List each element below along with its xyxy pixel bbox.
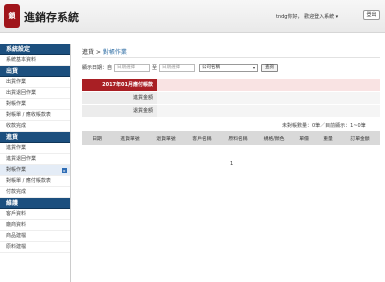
column-header[interactable]: 進貨單號 [112,135,148,142]
sidebar-item-shipping-reconcile[interactable]: 對帳作業 [0,99,70,110]
app-logo: 鎖 [4,4,20,28]
company-select-value: 公司名稱 [202,64,221,70]
summary-value [157,105,380,117]
column-header[interactable]: 退貨單號 [148,135,184,142]
filter-bar: 顯示日期：自 日期選擇 至 日期選擇 公司名稱 ▾ 查詢 [82,63,279,72]
sidebar-item-payable-statement[interactable]: 對帳單 / 應付帳款表 [0,176,70,187]
company-select[interactable]: 公司名稱 ▾ [199,63,259,72]
arrow-right-icon: ▸ [62,168,67,173]
sidebar-section-purchase[interactable]: 進貨 [0,132,70,143]
sidebar-item-purchase[interactable]: 進貨作業 [0,143,70,154]
sidebar-item-label: 對帳作業 [6,167,27,173]
summary-value [157,79,380,91]
sidebar-item-system-basic[interactable]: 系統基本資料 [0,55,70,66]
sidebar-item-materials[interactable]: 原料建檔 [0,242,70,253]
sidebar-item-payment-received[interactable]: 收款完成 [0,121,70,132]
summary-row-payable: 2017年01月應付帳款 [82,79,380,92]
top-header: 鎖 進銷存系統 tndg你好， 歡迎登入系統 ▾ 登出 [0,0,385,33]
breadcrumb: 進貨 > 對帳作業 [82,47,127,56]
breadcrumb-current[interactable]: 對帳作業 [103,49,127,56]
breadcrumb-parent[interactable]: 進貨 [82,49,94,56]
user-menu[interactable]: tndg你好， 歡迎登入系統 ▾ [276,13,338,20]
chevron-down-icon: ▾ [253,64,256,70]
summary-table: 2017年01月應付帳款 進貨金額 退貨金額 [82,79,380,118]
sidebar-item-products[interactable]: 商品建檔 [0,231,70,242]
breadcrumb-separator: > [94,49,103,56]
logout-button[interactable]: 登出 [363,10,380,20]
column-header[interactable]: 訂單金額 [340,135,380,142]
sidebar-section-maintenance[interactable]: 維護 [0,198,70,209]
sidebar-item-receivable-statement[interactable]: 對帳單 / 應收帳款表 [0,110,70,121]
column-header[interactable]: 單價 [292,135,316,142]
sidebar-item-purchase-return[interactable]: 進貨退回作業 [0,154,70,165]
summary-label: 退貨金額 [82,105,157,117]
date-label: 顯示日期：自 [82,65,113,71]
date-to-label: 至 [152,65,158,71]
sidebar-item-shipping-return[interactable]: 出貨退回作業 [0,88,70,99]
column-header[interactable]: 規格/顏色 [256,135,292,142]
summary-row-purchase-amount: 進貨金額 [82,92,380,105]
sidebar-section-system[interactable]: 系統設定 [0,44,70,55]
summary-row-return-amount: 退貨金額 [82,105,380,118]
pagination-page[interactable]: 1 [230,161,233,167]
column-header[interactable]: 客戶名稱 [184,135,220,142]
sidebar-item-customers[interactable]: 客戶資料 [0,209,70,220]
column-header[interactable]: 重量 [316,135,340,142]
sidebar-item-shipping[interactable]: 出貨作業 [0,77,70,88]
date-to-input[interactable]: 日期選擇 [159,63,196,72]
record-count: 未對帳數量：0筆／目前顯示：1~0筆 [282,123,366,129]
sidebar-item-vendors[interactable]: 廠商資料 [0,220,70,231]
summary-label: 進貨金額 [82,92,157,104]
app-title: 進銷存系統 [24,11,79,24]
summary-value [157,92,380,104]
column-header[interactable]: 原料名稱 [220,135,256,142]
table-header: 日期 進貨單號 退貨單號 客戶名稱 原料名稱 規格/顏色 單價 重量 訂單金額 [82,131,380,145]
query-button[interactable]: 查詢 [261,63,279,72]
sidebar: 系統設定 系統基本資料 出貨 出貨作業 出貨退回作業 對帳作業 對帳單 / 應收… [0,44,71,282]
header-divider [82,57,380,58]
summary-label: 2017年01月應付帳款 [82,79,157,91]
sidebar-item-purchase-reconcile[interactable]: 對帳作業 ▸ [0,165,70,176]
sidebar-item-payment-done[interactable]: 付款完成 [0,187,70,198]
sidebar-section-shipping[interactable]: 出貨 [0,66,70,77]
column-header[interactable]: 日期 [82,135,112,142]
date-from-input[interactable]: 日期選擇 [114,63,151,72]
